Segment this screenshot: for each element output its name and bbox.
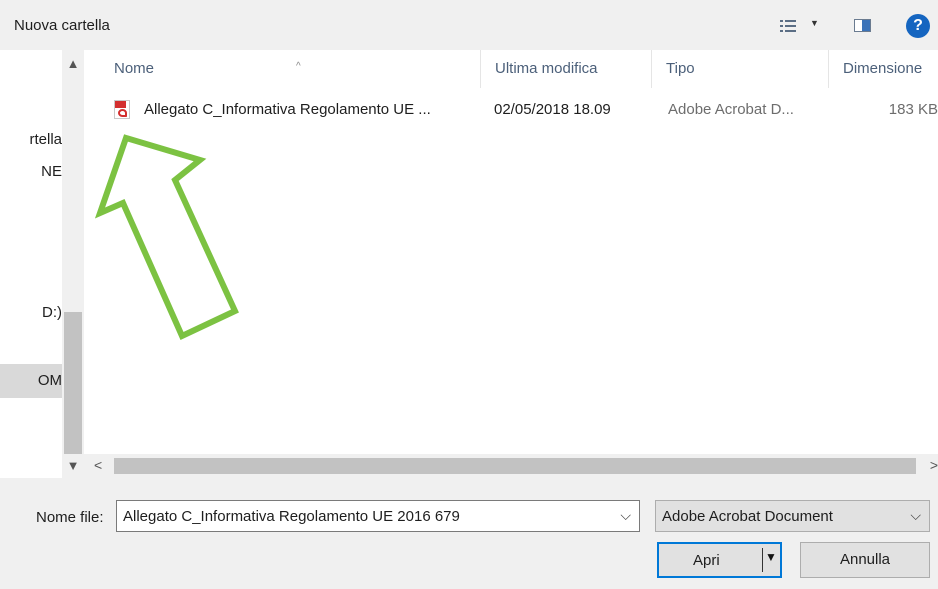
column-header-modified[interactable]: Ultima modifica [481, 50, 651, 88]
open-dropdown-icon[interactable]: ▼ [765, 550, 777, 564]
column-header-size[interactable]: Dimensione [829, 50, 938, 88]
column-header-name[interactable]: Nome ^ [100, 50, 480, 88]
column-header-label: Tipo [666, 60, 695, 77]
sort-ascending-icon: ^ [296, 61, 301, 72]
nav-vertical-scrollbar[interactable]: ▲ ▼ [62, 50, 84, 478]
nav-item-label: D:) [42, 304, 62, 321]
nav-item-folder[interactable]: rtella [0, 123, 62, 157]
nav-item-ne[interactable]: NE [0, 155, 62, 189]
file-type: Adobe Acrobat D... [668, 101, 794, 118]
scroll-right-icon[interactable]: > [930, 457, 938, 473]
cancel-button-label: Annulla [839, 551, 891, 568]
filetype-value: Adobe Acrobat Document [662, 508, 833, 525]
scroll-up-icon[interactable]: ▲ [62, 56, 84, 71]
nav-item-label: NE [41, 163, 62, 180]
filename-value: Allegato C_Informativa Regolamento UE 20… [123, 508, 460, 525]
chevron-down-icon[interactable]: ⌵ [620, 507, 631, 524]
column-header-label: Nome [114, 60, 155, 77]
nav-item-label: OM [37, 372, 62, 389]
column-header-label: Ultima modifica [495, 60, 598, 77]
file-list-horizontal-scrollbar[interactable]: < > [84, 454, 938, 478]
file-name: Allegato C_Informativa Regolamento UE ..… [144, 101, 431, 118]
cancel-button[interactable]: Annulla [800, 542, 930, 578]
file-modified: 02/05/2018 18.09 [494, 101, 611, 118]
table-row[interactable]: Allegato C_Informativa Regolamento UE ..… [84, 97, 938, 125]
nav-item-selected[interactable]: OM [0, 364, 62, 398]
split-divider [762, 548, 763, 572]
column-header-label: Dimensione [843, 60, 923, 77]
new-folder-button[interactable]: Nuova cartella [14, 17, 110, 34]
preview-pane-icon[interactable] [854, 19, 871, 32]
dialog-footer: Nome file: Allegato C_Informativa Regola… [0, 478, 938, 589]
scroll-left-icon[interactable]: < [94, 457, 102, 473]
views-icon[interactable] [780, 20, 796, 32]
nav-item-drive-d[interactable]: D:) [0, 296, 62, 330]
filename-input[interactable]: Allegato C_Informativa Regolamento UE 20… [116, 500, 640, 532]
column-header-type[interactable]: Tipo [652, 50, 818, 88]
views-dropdown-icon[interactable]: ▼ [810, 18, 819, 28]
help-icon[interactable]: ? [906, 14, 930, 38]
open-button[interactable]: Apri ▼ [657, 542, 782, 578]
scrollbar-thumb[interactable] [114, 458, 916, 474]
scrollbar-thumb[interactable] [64, 312, 82, 454]
filetype-select[interactable]: Adobe Acrobat Document ⌵ [655, 500, 930, 532]
file-size: 183 KB [888, 101, 938, 118]
navigation-pane: rtella NE D:) OM [0, 50, 62, 478]
file-list: Nome ^ Ultima modifica Tipo Dimensione A… [84, 50, 938, 454]
chevron-down-icon[interactable]: ⌵ [910, 507, 921, 524]
pdf-icon [114, 100, 130, 119]
toolbar: Nuova cartella ▼ ? [0, 0, 938, 50]
nav-item-label: rtella [29, 131, 62, 148]
open-button-label: Apri [693, 552, 720, 569]
scroll-down-icon[interactable]: ▼ [62, 458, 84, 473]
filename-label: Nome file: [36, 509, 104, 526]
